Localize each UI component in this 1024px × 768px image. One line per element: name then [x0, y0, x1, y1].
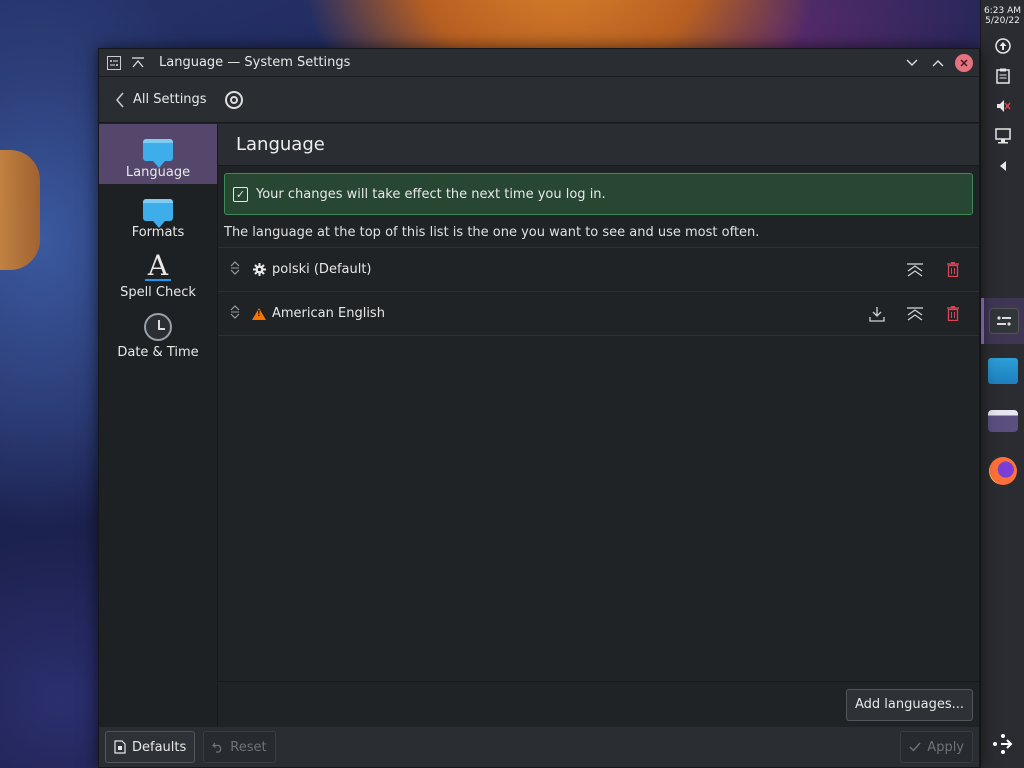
- info-message-text: Your changes will take effect the next t…: [256, 186, 606, 202]
- task-firefox[interactable]: [981, 448, 1024, 494]
- application-launcher-icon[interactable]: [981, 726, 1024, 762]
- update-icon[interactable]: [993, 36, 1013, 56]
- undo-icon: [212, 742, 222, 753]
- help-icon[interactable]: [224, 90, 243, 109]
- trash-icon: [947, 306, 959, 321]
- install-button[interactable]: [863, 300, 891, 328]
- move-to-top-button[interactable]: [901, 300, 929, 328]
- defaults-label: Defaults: [132, 739, 187, 755]
- formats-icon: [143, 199, 173, 228]
- drag-handle-icon[interactable]: [228, 261, 242, 278]
- sidebar-item-date-time[interactable]: Date & Time: [99, 304, 217, 364]
- all-settings-back-button[interactable]: All Settings: [115, 91, 207, 109]
- sidebar: Language Formats A Spell Check Date & Ti…: [99, 124, 218, 767]
- apply-button[interactable]: Apply: [900, 731, 973, 763]
- expand-tray-icon[interactable]: [993, 156, 1013, 176]
- chevron-left-icon: [116, 92, 124, 107]
- checkmark-icon: ✓: [233, 186, 248, 202]
- task-system-settings[interactable]: [980, 298, 1024, 344]
- back-label: All Settings: [133, 92, 207, 107]
- sidebar-item-label: Spell Check: [120, 285, 196, 300]
- page-title: Language: [218, 124, 979, 166]
- wallpaper-decoration: [0, 150, 40, 270]
- sidebar-item-spell-check[interactable]: A Spell Check: [99, 244, 217, 304]
- clipboard-icon[interactable]: [993, 66, 1013, 86]
- defaults-button[interactable]: Defaults: [105, 731, 196, 763]
- clock-icon: [144, 313, 172, 341]
- clock-time: 6:23 AM: [984, 6, 1021, 16]
- system-settings-app-icon: [989, 308, 1019, 334]
- bottom-button-bar: Defaults Reset Apply: [99, 727, 979, 767]
- sidebar-item-label: Date & Time: [117, 345, 199, 360]
- system-settings-window: Language — System Settings All Settings …: [98, 48, 980, 768]
- network-icon[interactable]: [993, 126, 1013, 146]
- trash-icon: [947, 262, 959, 277]
- close-button[interactable]: [955, 53, 973, 72]
- spell-check-icon: A: [144, 252, 172, 281]
- add-languages-button[interactable]: Add languages...: [846, 688, 973, 721]
- language-icon: [143, 139, 173, 168]
- delete-button[interactable]: [939, 256, 967, 284]
- volume-muted-icon[interactable]: [993, 96, 1013, 116]
- language-row[interactable]: polski (Default): [218, 248, 979, 292]
- digital-clock[interactable]: 6:23 AM 5/20/22: [984, 6, 1021, 26]
- language-name: polski (Default): [272, 262, 372, 277]
- firefox-icon: [988, 457, 1017, 485]
- keep-above-icon[interactable]: [129, 54, 147, 72]
- right-panel: 6:23 AM 5/20/22: [980, 0, 1024, 768]
- discover-store-icon: [987, 358, 1018, 384]
- gear-icon: [252, 263, 266, 277]
- description-text: The language at the top of this list is …: [218, 215, 979, 248]
- check-icon: [909, 742, 921, 752]
- apply-label: Apply: [927, 739, 964, 755]
- folder-icon: [987, 410, 1018, 432]
- drag-handle-icon[interactable]: [228, 305, 242, 322]
- clock-date: 5/20/22: [985, 16, 1020, 26]
- move-to-top-icon: [907, 306, 923, 321]
- reset-label: Reset: [230, 739, 267, 755]
- sidebar-item-formats[interactable]: Formats: [99, 184, 217, 244]
- app-menu-icon[interactable]: [105, 54, 123, 72]
- task-discover[interactable]: [981, 348, 1024, 394]
- move-to-top-button[interactable]: [901, 256, 929, 284]
- reset-button[interactable]: Reset: [203, 731, 276, 763]
- task-file-manager[interactable]: [981, 398, 1024, 444]
- window-title: Language — System Settings: [159, 55, 351, 70]
- list-footer: Add languages...: [218, 681, 979, 727]
- minimize-button[interactable]: [901, 52, 923, 74]
- info-message: ✓ Your changes will take effect the next…: [224, 173, 973, 215]
- title-bar[interactable]: Language — System Settings: [99, 49, 979, 77]
- main-content: Language ✓ Your changes will take effect…: [218, 124, 979, 767]
- download-icon: [869, 306, 885, 322]
- document-defaults-icon: [114, 740, 126, 754]
- sidebar-item-language[interactable]: Language: [99, 124, 217, 184]
- language-row[interactable]: American English: [218, 292, 979, 336]
- navigation-bar: All Settings: [99, 77, 979, 123]
- language-name: American English: [272, 306, 385, 321]
- maximize-button[interactable]: [927, 52, 949, 74]
- delete-button[interactable]: [939, 300, 967, 328]
- move-to-top-icon: [907, 262, 923, 277]
- warning-icon: [252, 307, 266, 321]
- window-body: Language Formats A Spell Check Date & Ti…: [99, 124, 979, 767]
